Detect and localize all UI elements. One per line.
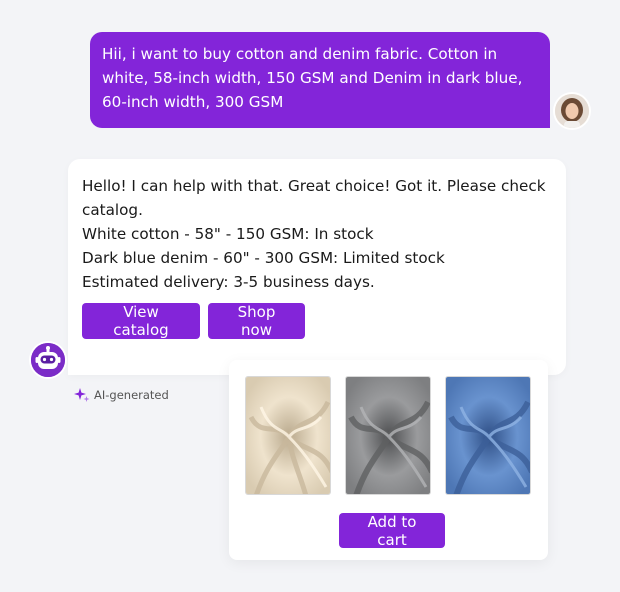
user-avatar-image bbox=[555, 94, 589, 128]
bot-message-line: Dark blue denim - 60" - 300 GSM: Limited… bbox=[82, 249, 445, 267]
user-message-text: Hii, i want to buy cotton and denim fabr… bbox=[102, 45, 523, 111]
ai-generated-tag: AI-generated bbox=[74, 387, 169, 403]
bot-message-line: Estimated delivery: 3-5 business days. bbox=[82, 273, 375, 291]
product-image-white-cotton[interactable] bbox=[245, 376, 331, 495]
bot-message-line: White cotton - 58" - 150 GSM: In stock bbox=[82, 225, 374, 243]
bot-message-line: Hello! I can help with that. Great choic… bbox=[82, 177, 546, 219]
bot-message-bubble: Hello! I can help with that. Great choic… bbox=[68, 159, 566, 375]
sparkle-icon bbox=[74, 388, 90, 402]
product-image-blue-denim[interactable] bbox=[445, 376, 531, 495]
add-to-cart-button[interactable]: Add to cart bbox=[339, 513, 445, 549]
robot-icon bbox=[31, 343, 65, 377]
user-avatar bbox=[555, 94, 589, 128]
user-message-bubble: Hii, i want to buy cotton and denim fabr… bbox=[90, 32, 550, 128]
product-card: Add to cart bbox=[229, 360, 548, 560]
view-catalog-button[interactable]: View catalog bbox=[82, 303, 200, 339]
product-image-grey-fabric[interactable] bbox=[345, 376, 431, 495]
bot-action-buttons: View catalog Shop now bbox=[82, 303, 305, 339]
ai-generated-label: AI-generated bbox=[94, 388, 169, 402]
shop-now-button[interactable]: Shop now bbox=[208, 303, 305, 339]
bot-avatar bbox=[31, 343, 65, 377]
